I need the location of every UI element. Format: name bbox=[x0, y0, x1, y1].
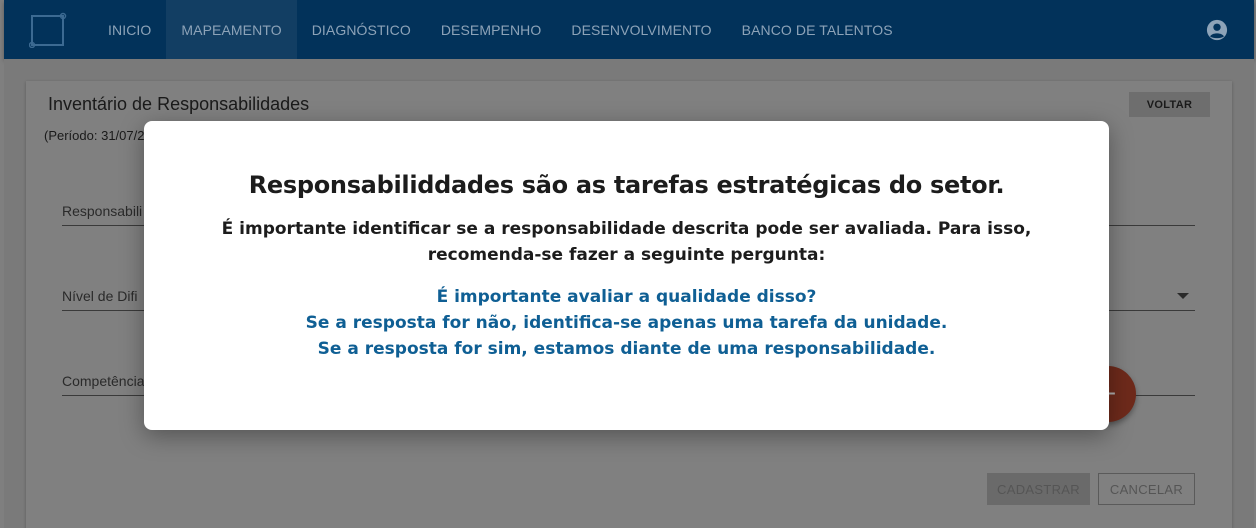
dropdown-arrow-icon[interactable] bbox=[1177, 293, 1189, 299]
modal-title: Responsabiliddades são as tarefas estrat… bbox=[248, 171, 1005, 199]
nav-item-diagnostico[interactable]: DIAGNÓSTICO bbox=[297, 0, 426, 59]
modal-body: É importante identificar se a responsabi… bbox=[144, 216, 1109, 268]
nav-item-desenvolvimento[interactable]: DESENVOLVIMENTO bbox=[556, 0, 726, 59]
cadastrar-button[interactable]: CADASTRAR bbox=[987, 473, 1090, 505]
competencia-label: Competência bbox=[62, 373, 145, 389]
nav-item-inicio[interactable]: INICIO bbox=[93, 0, 166, 59]
info-modal: Responsabiliddades são as tarefas estrat… bbox=[144, 121, 1109, 430]
top-navbar: INICIO MAPEAMENTO DIAGNÓSTICO DESEMPENHO… bbox=[4, 0, 1254, 59]
page-title: Inventário de Responsabilidades bbox=[48, 94, 310, 114]
cancelar-button[interactable]: CANCELAR bbox=[1098, 473, 1195, 505]
modal-body-line: É importante identificar se a responsabi… bbox=[221, 219, 1032, 239]
modal-body-line: recomenda-se fazer a seguinte pergunta: bbox=[427, 245, 826, 265]
modal-question-line: Se a resposta for não, identifica-se ape… bbox=[305, 313, 948, 333]
nav-item-desempenho[interactable]: DESEMPENHO bbox=[426, 0, 557, 59]
modal-question-line: Se a resposta for sim, estamos diante de… bbox=[317, 339, 936, 359]
logo-icon[interactable] bbox=[29, 12, 67, 48]
nav-item-banco-de-talentos[interactable]: BANCO DE TALENTOS bbox=[727, 0, 908, 59]
nav-menu: INICIO MAPEAMENTO DIAGNÓSTICO DESEMPENHO… bbox=[93, 0, 908, 59]
modal-question-line: É importante avaliar a qualidade disso? bbox=[436, 287, 817, 307]
responsabilidade-label: Responsabili bbox=[62, 203, 143, 219]
back-button[interactable]: VOLTAR bbox=[1129, 92, 1210, 117]
nivel-dificuldade-label: Nível de Difi bbox=[62, 288, 138, 304]
account-circle-icon[interactable] bbox=[1206, 19, 1228, 41]
nav-item-mapeamento[interactable]: MAPEAMENTO bbox=[166, 0, 297, 59]
modal-question: É importante avaliar a qualidade disso? … bbox=[144, 284, 1109, 362]
period-text: (Período: 31/07/2 bbox=[44, 128, 145, 143]
